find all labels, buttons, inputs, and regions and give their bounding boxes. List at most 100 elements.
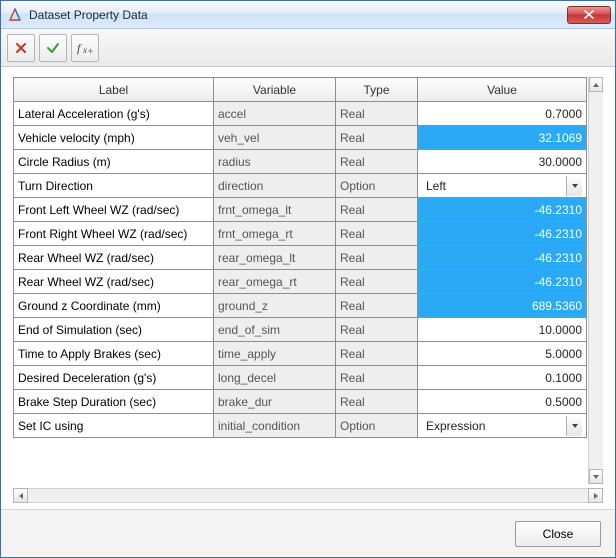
- cell-variable: ground_z: [214, 294, 336, 318]
- scroll-up-arrow-icon[interactable]: [589, 77, 603, 92]
- cell-value-option[interactable]: Left: [418, 174, 587, 198]
- cell-value[interactable]: 0.1000: [418, 366, 587, 390]
- cell-label[interactable]: Set IC using: [14, 414, 214, 438]
- cell-label[interactable]: Desired Deceleration (g's): [14, 366, 214, 390]
- scroll-right-arrow-icon[interactable]: [588, 488, 603, 503]
- scroll-down-arrow-icon[interactable]: [589, 469, 603, 484]
- col-header-variable[interactable]: Variable: [214, 78, 336, 102]
- content-area: Label Variable Type Value Lateral Accele…: [1, 67, 615, 509]
- cell-type: Real: [336, 318, 418, 342]
- scroll-left-arrow-icon[interactable]: [13, 488, 28, 503]
- cell-value-option[interactable]: Expression: [418, 414, 587, 438]
- cell-value[interactable]: 30.0000: [418, 150, 587, 174]
- svg-text:x: x: [82, 45, 87, 55]
- vertical-scroll-track[interactable]: [589, 92, 603, 469]
- col-header-type[interactable]: Type: [336, 78, 418, 102]
- cell-type: Real: [336, 246, 418, 270]
- cell-variable: rear_omega_lt: [214, 246, 336, 270]
- cell-type: Real: [336, 198, 418, 222]
- table-row: Brake Step Duration (sec)brake_durReal0.…: [14, 390, 587, 414]
- table-row: Ground z Coordinate (mm)ground_zReal689.…: [14, 294, 587, 318]
- table-row: Rear Wheel WZ (rad/sec)rear_omega_rtReal…: [14, 270, 587, 294]
- cell-label[interactable]: Front Left Wheel WZ (rad/sec): [14, 198, 214, 222]
- table-row: Turn DirectiondirectionOption Left: [14, 174, 587, 198]
- cell-type: Real: [336, 126, 418, 150]
- horizontal-scrollbar[interactable]: [13, 488, 603, 503]
- cell-variable: time_apply: [214, 342, 336, 366]
- cell-label[interactable]: Front Right Wheel WZ (rad/sec): [14, 222, 214, 246]
- chevron-down-icon[interactable]: [566, 416, 582, 436]
- cell-type: Real: [336, 150, 418, 174]
- cell-value[interactable]: -46.2310: [418, 270, 587, 294]
- cell-value[interactable]: -46.2310: [418, 222, 587, 246]
- table-header-row: Label Variable Type Value: [14, 78, 587, 102]
- table-row: Circle Radius (m)radiusReal30.0000: [14, 150, 587, 174]
- cell-variable: direction: [214, 174, 336, 198]
- cell-variable: accel: [214, 102, 336, 126]
- cell-value[interactable]: 32.1069: [418, 126, 587, 150]
- fx-button[interactable]: f x: [71, 34, 99, 62]
- cell-label[interactable]: End of Simulation (sec): [14, 318, 214, 342]
- col-header-label[interactable]: Label: [14, 78, 214, 102]
- cell-type: Real: [336, 342, 418, 366]
- table-row: Vehicle velocity (mph)veh_velReal32.1069: [14, 126, 587, 150]
- cell-label[interactable]: Time to Apply Brakes (sec): [14, 342, 214, 366]
- apply-button[interactable]: [39, 34, 67, 62]
- cancel-button[interactable]: [7, 34, 35, 62]
- cell-type: Real: [336, 390, 418, 414]
- svg-text:f: f: [77, 41, 82, 55]
- cell-type: Real: [336, 294, 418, 318]
- close-button[interactable]: Close: [515, 521, 601, 547]
- dialog-window: Dataset Property Data f x: [0, 0, 616, 558]
- cell-label[interactable]: Rear Wheel WZ (rad/sec): [14, 270, 214, 294]
- cell-label[interactable]: Turn Direction: [14, 174, 214, 198]
- cell-label[interactable]: Circle Radius (m): [14, 150, 214, 174]
- cell-value[interactable]: -46.2310: [418, 198, 587, 222]
- table-row: Lateral Acceleration (g's)accelReal0.700…: [14, 102, 587, 126]
- cell-value[interactable]: 10.0000: [418, 318, 587, 342]
- cell-type: Real: [336, 102, 418, 126]
- cell-type: Real: [336, 222, 418, 246]
- cell-variable: initial_condition: [214, 414, 336, 438]
- cell-value[interactable]: 0.5000: [418, 390, 587, 414]
- cell-variable: frnt_omega_lt: [214, 198, 336, 222]
- cell-label[interactable]: Brake Step Duration (sec): [14, 390, 214, 414]
- table-row: Front Right Wheel WZ (rad/sec)frnt_omega…: [14, 222, 587, 246]
- horizontal-scroll-track[interactable]: [27, 489, 589, 502]
- cell-label[interactable]: Ground z Coordinate (mm): [14, 294, 214, 318]
- col-header-value[interactable]: Value: [418, 78, 587, 102]
- window-title: Dataset Property Data: [29, 8, 567, 22]
- table-row: End of Simulation (sec)end_of_simReal10.…: [14, 318, 587, 342]
- cell-type: Real: [336, 270, 418, 294]
- footer: Close: [1, 509, 615, 557]
- app-icon: [7, 7, 23, 23]
- chevron-down-icon[interactable]: [566, 176, 582, 196]
- table-row: Set IC usinginitial_conditionOption Expre…: [14, 414, 587, 438]
- cell-variable: radius: [214, 150, 336, 174]
- cell-variable: frnt_omega_rt: [214, 222, 336, 246]
- titlebar: Dataset Property Data: [1, 1, 615, 29]
- cell-label[interactable]: Lateral Acceleration (g's): [14, 102, 214, 126]
- cell-label[interactable]: Vehicle velocity (mph): [14, 126, 214, 150]
- cell-type: Option: [336, 414, 418, 438]
- table-row: Rear Wheel WZ (rad/sec)rear_omega_ltReal…: [14, 246, 587, 270]
- cell-label[interactable]: Rear Wheel WZ (rad/sec): [14, 246, 214, 270]
- cell-variable: end_of_sim: [214, 318, 336, 342]
- grid-container: Label Variable Type Value Lateral Accele…: [13, 77, 603, 484]
- window-close-button[interactable]: [567, 6, 611, 24]
- cell-type: Real: [336, 366, 418, 390]
- vertical-scrollbar[interactable]: [588, 77, 603, 484]
- cell-value[interactable]: -46.2310: [418, 246, 587, 270]
- cell-value[interactable]: 5.0000: [418, 342, 587, 366]
- cell-variable: brake_dur: [214, 390, 336, 414]
- cell-value[interactable]: 0.7000: [418, 102, 587, 126]
- option-selected-label: Left: [426, 179, 566, 193]
- cell-type: Option: [336, 174, 418, 198]
- property-table: Label Variable Type Value Lateral Accele…: [13, 77, 587, 438]
- cell-variable: rear_omega_rt: [214, 270, 336, 294]
- cell-value[interactable]: 689.5360: [418, 294, 587, 318]
- cell-variable: long_decel: [214, 366, 336, 390]
- table-row: Time to Apply Brakes (sec)time_applyReal…: [14, 342, 587, 366]
- table-row: Desired Deceleration (g's)long_decelReal…: [14, 366, 587, 390]
- option-selected-label: Expression: [426, 419, 566, 433]
